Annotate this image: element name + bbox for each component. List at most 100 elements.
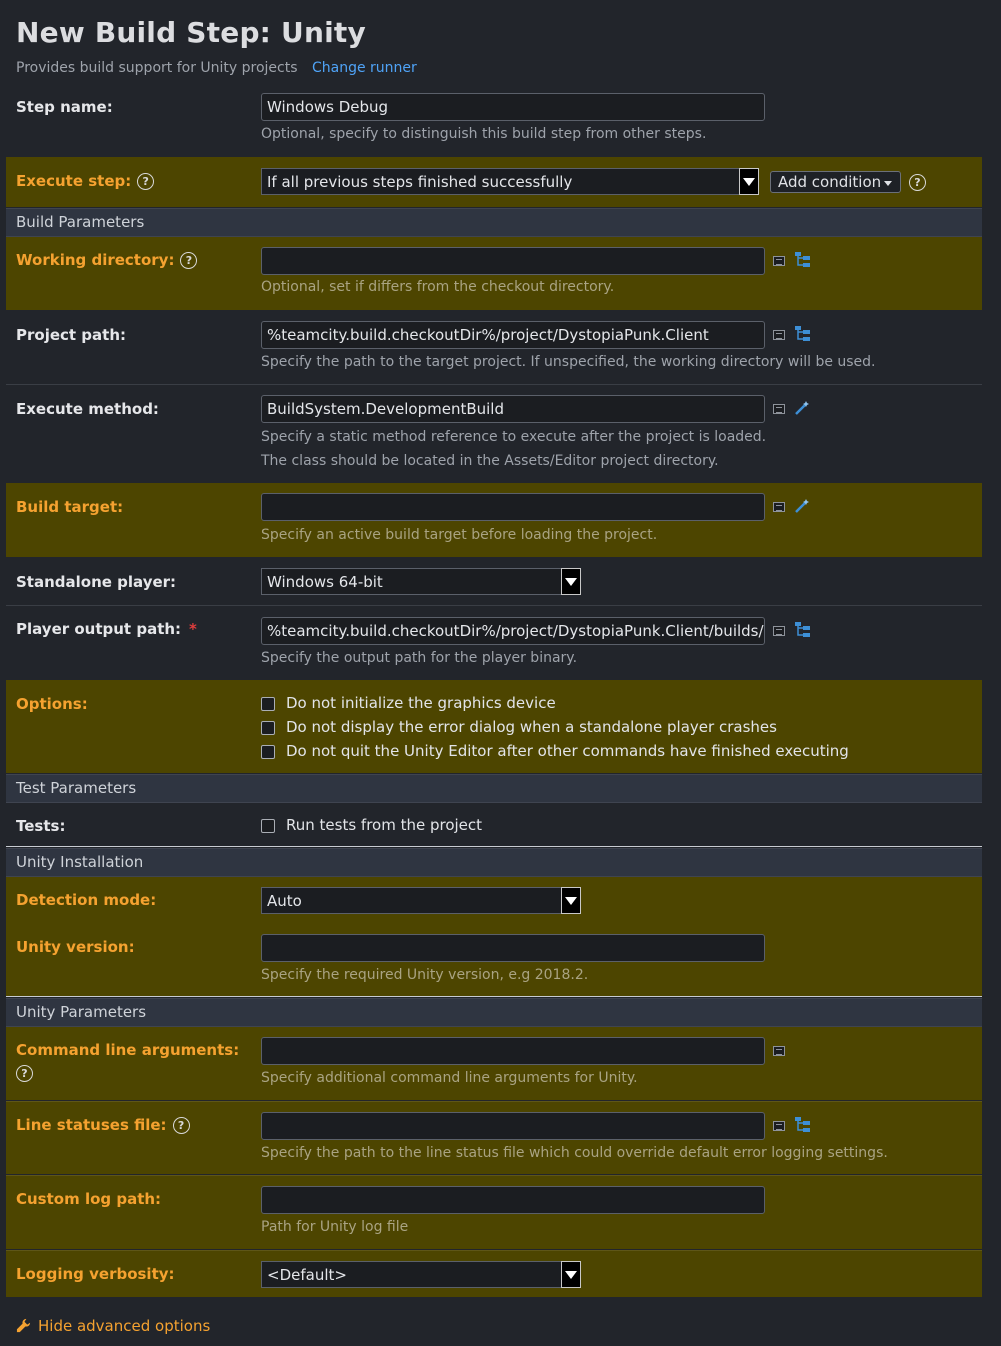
detection-mode-value: Auto: [267, 892, 302, 910]
parameters-list-icon[interactable]: [773, 256, 785, 266]
line-statuses-file-label: Line statuses file:?: [16, 1116, 190, 1134]
execute-method-label: Execute method:: [16, 400, 159, 418]
directory-tree-icon[interactable]: [794, 1116, 812, 1134]
line-statuses-file-input[interactable]: [261, 1112, 765, 1140]
options-label: Options:: [16, 695, 88, 713]
option-checkbox-graphics[interactable]: [261, 697, 275, 711]
parameters-list-icon[interactable]: [773, 502, 785, 512]
execute-step-label: Execute step:?: [16, 172, 155, 190]
section-build-parameters: Build Parameters: [6, 208, 982, 237]
option-label-error-dialog[interactable]: Do not display the error dialog when a s…: [286, 718, 777, 736]
options-row: Options: Do not initialize the graphics …: [6, 680, 982, 773]
dropdown-arrow-icon[interactable]: [561, 887, 581, 914]
player-output-path-row: Player output path: * %teamcity.build.che…: [6, 605, 982, 679]
project-path-row: Project path: %teamcity.build.checkoutDi…: [6, 311, 982, 384]
build-target-label: Build target:: [16, 498, 124, 516]
wrench-icon: [16, 1318, 31, 1333]
required-marker: *: [189, 620, 197, 638]
runner-description: Provides build support for Unity project…: [16, 60, 298, 76]
standalone-player-label: Standalone player:: [16, 573, 177, 591]
dropdown-arrow-icon[interactable]: [561, 1261, 581, 1288]
execute-method-note: Specify a static method reference to exe…: [261, 429, 767, 445]
standalone-player-value: Windows 64-bit: [267, 573, 383, 591]
dropdown-arrow-icon[interactable]: [561, 568, 581, 595]
hide-advanced-options-link[interactable]: Hide advanced options: [16, 1317, 210, 1335]
command-line-arguments-note: Specify additional command line argument…: [261, 1070, 638, 1086]
project-path-label: Project path:: [16, 326, 127, 344]
execute-step-row: Execute step:? If all previous steps fin…: [6, 157, 982, 207]
magic-wand-icon[interactable]: [794, 498, 810, 514]
player-output-path-input[interactable]: %teamcity.build.checkoutDir%/project/Dys…: [261, 617, 765, 645]
working-directory-note: Optional, set if differs from the checko…: [261, 279, 615, 295]
build-target-note: Specify an active build target before lo…: [261, 527, 658, 543]
option-checkbox-no-quit[interactable]: [261, 745, 275, 759]
custom-log-path-note: Path for Unity log file: [261, 1219, 409, 1235]
standalone-player-row: Standalone player: Windows 64-bit: [6, 558, 982, 605]
parameters-list-icon[interactable]: [773, 1121, 785, 1131]
directory-tree-icon[interactable]: [794, 621, 812, 639]
build-target-row: Build target: Specify an active build ta…: [6, 483, 982, 557]
standalone-player-select[interactable]: Windows 64-bit: [261, 568, 581, 595]
command-line-arguments-row: Command line arguments: ? Specify additi…: [6, 1027, 982, 1100]
page-title: New Build Step: Unity: [16, 16, 366, 49]
change-runner-link[interactable]: Change runner: [312, 60, 417, 76]
detection-mode-label: Detection mode:: [16, 891, 157, 909]
caret-down-icon: [884, 181, 892, 186]
option-label-no-quit[interactable]: Do not quit the Unity Editor after other…: [286, 742, 849, 760]
parameters-list-icon[interactable]: [773, 330, 785, 340]
detection-mode-select[interactable]: Auto: [261, 887, 581, 914]
tests-label: Tests:: [16, 817, 66, 835]
help-icon[interactable]: ?: [16, 1065, 33, 1082]
logging-verbosity-row: Logging verbosity: <Default>: [6, 1250, 982, 1297]
parameters-list-icon[interactable]: [773, 404, 785, 414]
player-output-path-label: Player output path: *: [16, 620, 197, 638]
directory-tree-icon[interactable]: [794, 325, 812, 343]
project-path-note: Specify the path to the target project. …: [261, 354, 876, 370]
step-name-input[interactable]: Windows Debug: [261, 93, 765, 121]
parameters-list-icon[interactable]: [773, 1046, 785, 1056]
unity-version-label: Unity version:: [16, 938, 135, 956]
working-directory-input[interactable]: [261, 247, 765, 275]
step-name-row: Step name: Windows Debug Optional, speci…: [6, 86, 982, 156]
unity-version-note: Specify the required Unity version, e.g …: [261, 967, 589, 983]
help-icon[interactable]: ?: [180, 252, 198, 269]
help-icon[interactable]: ?: [909, 174, 926, 191]
command-line-arguments-input[interactable]: [261, 1037, 765, 1065]
logging-verbosity-label: Logging verbosity:: [16, 1265, 175, 1283]
execute-method-note-2: The class should be located in the Asset…: [261, 453, 719, 469]
command-line-arguments-label: Command line arguments:: [16, 1041, 240, 1059]
option-label-graphics[interactable]: Do not initialize the graphics device: [286, 694, 556, 712]
unity-installation-block: Detection mode: Auto Unity version: Spec…: [6, 877, 982, 997]
line-statuses-file-row: Line statuses file:? Specify the path to…: [6, 1101, 982, 1174]
magic-wand-icon[interactable]: [794, 400, 810, 416]
custom-log-path-row: Custom log path: Path for Unity log file: [6, 1175, 982, 1249]
section-unity-installation: Unity Installation: [6, 848, 982, 877]
tests-row: Tests: Run tests from the project: [6, 803, 982, 847]
project-path-input[interactable]: %teamcity.build.checkoutDir%/project/Dys…: [261, 321, 765, 349]
build-target-input[interactable]: [261, 493, 765, 521]
execute-step-select[interactable]: If all previous steps finished successfu…: [261, 168, 759, 195]
section-unity-parameters: Unity Parameters: [6, 998, 982, 1027]
logging-verbosity-value: <Default>: [267, 1266, 347, 1284]
working-directory-label: Working directory:?: [16, 251, 198, 269]
add-condition-button[interactable]: Add condition: [770, 171, 901, 193]
player-output-path-note: Specify the output path for the player b…: [261, 650, 578, 666]
unity-version-input[interactable]: [261, 934, 765, 962]
help-icon[interactable]: ?: [172, 1117, 190, 1134]
run-tests-label[interactable]: Run tests from the project: [286, 816, 482, 834]
directory-tree-icon[interactable]: [794, 251, 812, 269]
execute-step-value: If all previous steps finished successfu…: [267, 173, 573, 191]
line-statuses-file-note: Specify the path to the line status file…: [261, 1145, 888, 1161]
page-subtitle: Provides build support for Unity project…: [16, 60, 417, 76]
step-name-note: Optional, specify to distinguish this bu…: [261, 126, 707, 142]
custom-log-path-input[interactable]: [261, 1186, 765, 1214]
logging-verbosity-select[interactable]: <Default>: [261, 1261, 581, 1288]
parameters-list-icon[interactable]: [773, 626, 785, 636]
execute-method-input[interactable]: BuildSystem.DevelopmentBuild: [261, 395, 765, 423]
section-test-parameters: Test Parameters: [6, 774, 982, 803]
custom-log-path-label: Custom log path:: [16, 1190, 162, 1208]
dropdown-arrow-icon[interactable]: [739, 168, 759, 195]
option-checkbox-error-dialog[interactable]: [261, 721, 275, 735]
run-tests-checkbox[interactable]: [261, 819, 275, 833]
help-icon[interactable]: ?: [137, 173, 155, 190]
